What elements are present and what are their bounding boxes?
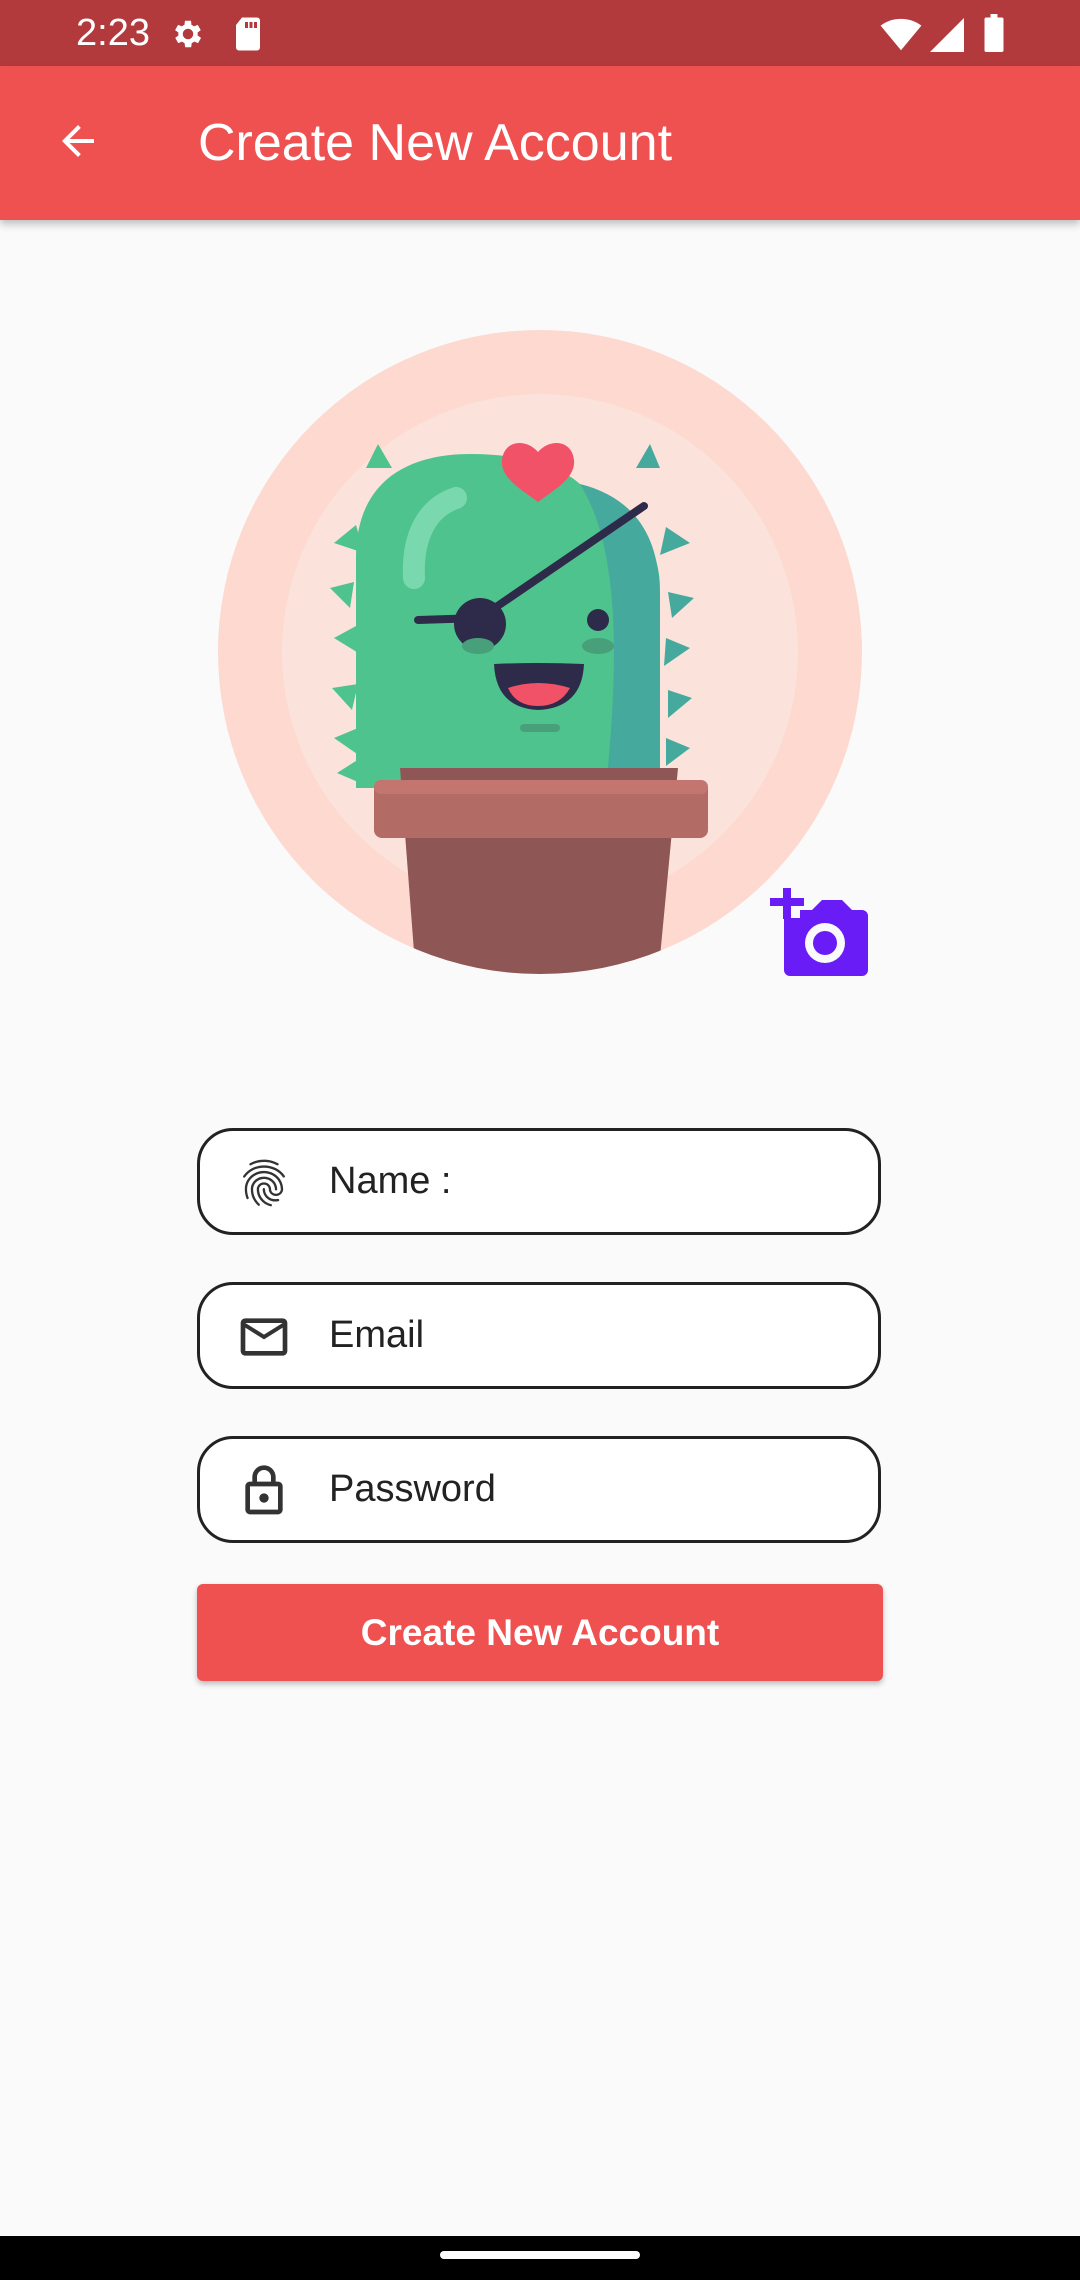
battery-icon — [983, 14, 1005, 57]
password-input[interactable] — [329, 1439, 829, 1540]
avatar[interactable] — [216, 328, 864, 976]
cactus-avatar — [218, 330, 862, 974]
status-time: 2:23 — [76, 12, 150, 54]
password-field[interactable] — [197, 1436, 881, 1543]
signal-icon — [930, 18, 964, 57]
wifi-icon — [880, 18, 922, 57]
lock-icon — [236, 1463, 292, 1519]
sd-card-icon — [232, 16, 264, 57]
gear-icon — [170, 16, 206, 57]
navigation-bar — [0, 2236, 1080, 2280]
create-account-screen: 2:23 Create New Account Name: Email Cre… — [0, 0, 1080, 2280]
add-photo-button[interactable] — [770, 885, 872, 978]
name-field[interactable] — [197, 1128, 881, 1235]
email-field[interactable] — [197, 1282, 881, 1389]
name-input[interactable] — [329, 1131, 829, 1232]
back-button[interactable] — [38, 103, 118, 183]
home-indicator[interactable] — [440, 2251, 640, 2259]
page-title: Create New Account — [198, 114, 673, 172]
add-a-photo-icon — [770, 885, 872, 982]
arrow-back-icon — [54, 117, 102, 170]
create-account-button[interactable]: Create New Account — [197, 1584, 883, 1681]
email-input[interactable] — [329, 1285, 829, 1386]
mail-icon — [236, 1309, 292, 1365]
app-bar: Create New Account — [0, 66, 1080, 220]
status-bar: 2:23 — [0, 0, 1080, 66]
fingerprint-icon — [236, 1155, 292, 1211]
